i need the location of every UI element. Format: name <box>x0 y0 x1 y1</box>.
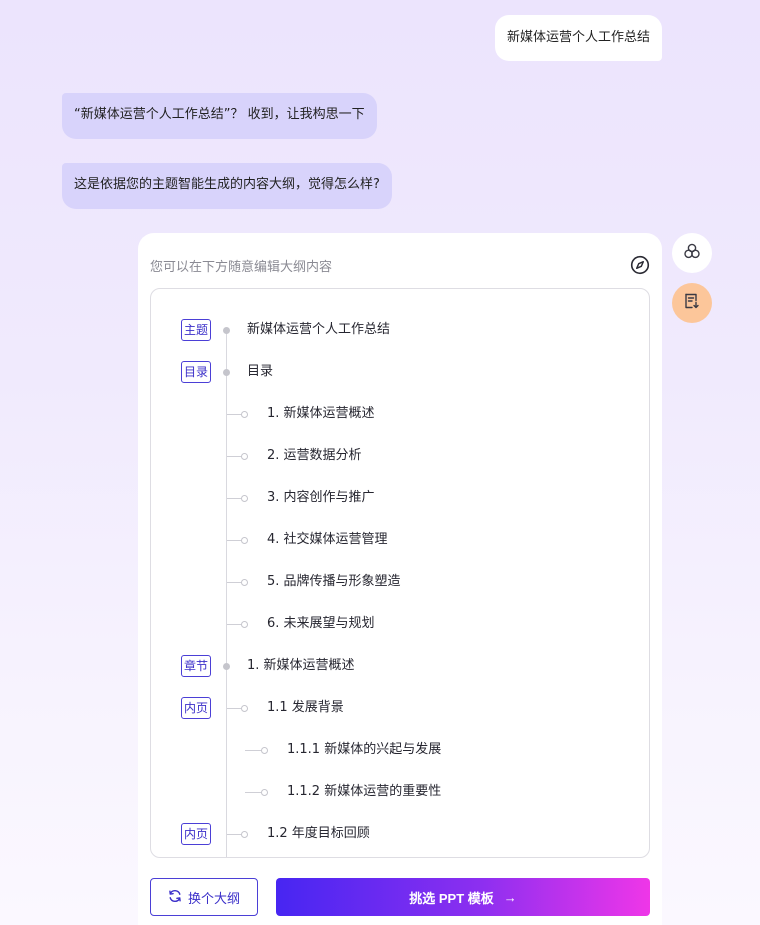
outline-item-tag: 目录 <box>181 361 211 383</box>
outline-item[interactable]: 章节 1. 新媒体运营概述 <box>151 655 649 677</box>
ai-message-ack: “新媒体运营个人工作总结”？ 收到，让我构思一下 <box>62 93 377 139</box>
document-download-button[interactable] <box>672 283 712 323</box>
outline-item[interactable]: 内页 1.1 发展背景 <box>151 697 649 719</box>
outline-item-tag: 主题 <box>181 319 211 341</box>
outline-connector <box>227 708 241 709</box>
outline-item[interactable]: 5. 品牌传播与形象塑造 <box>151 572 649 592</box>
outline-node-circle <box>241 705 248 712</box>
outline-item[interactable]: 1.1.1 新媒体的兴起与发展 <box>151 740 649 760</box>
outline-node-circle <box>241 453 248 460</box>
outline-item[interactable]: 目录 目录 <box>151 361 649 383</box>
outline-node-circle <box>241 579 248 586</box>
outline-item-text[interactable]: 1.2 年度目标回顾 <box>267 824 370 844</box>
outline-node-circle <box>241 411 248 418</box>
outline-item[interactable]: 1. 新媒体运营概述 <box>151 404 649 424</box>
outline-connector <box>245 750 261 751</box>
outline-item[interactable]: 内页 1.2 年度目标回顾 <box>151 823 649 845</box>
outline-item[interactable]: 6. 未来展望与规划 <box>151 614 649 634</box>
outline-node-circle <box>241 621 248 628</box>
outline-item-text[interactable]: 1. 新媒体运营概述 <box>247 656 355 676</box>
outline-connector <box>227 498 241 499</box>
outline-item-text[interactable]: 4. 社交媒体运营管理 <box>267 530 388 550</box>
outline-item-text[interactable]: 目录 <box>247 362 273 382</box>
outline-connector <box>245 792 261 793</box>
outline-node-dot <box>223 327 230 334</box>
outline-item-text[interactable]: 1.1.2 新媒体运营的重要性 <box>287 782 441 802</box>
document-download-icon <box>683 292 701 314</box>
change-outline-label: 换个大纲 <box>187 890 240 906</box>
outline-item[interactable]: 4. 社交媒体运营管理 <box>151 530 649 550</box>
circles-icon-button[interactable] <box>672 233 712 273</box>
outline-card: 您可以在下方随意编辑大纲内容 主题 新媒体运营个人工作总结 目录 目录 1. 新媒体运营… <box>138 233 662 925</box>
outline-connector <box>227 540 241 541</box>
outline-node-circle <box>261 747 268 754</box>
circles-icon <box>683 242 701 264</box>
outline-item-tag: 内页 <box>181 823 211 845</box>
outline-connector <box>227 414 241 415</box>
outline-node-dot <box>223 663 230 670</box>
outline-connector <box>227 834 241 835</box>
outline-item-text[interactable]: 1.1 发展背景 <box>267 698 344 718</box>
outline-item[interactable]: 3. 内容创作与推广 <box>151 488 649 508</box>
outline-item[interactable]: 2. 运营数据分析 <box>151 446 649 466</box>
outline-connector <box>227 456 241 457</box>
outline-item-text[interactable]: 6. 未来展望与规划 <box>267 614 375 634</box>
choose-ppt-template-button[interactable]: 挑选 PPT 模板 → <box>276 878 650 916</box>
outline-node-circle <box>241 537 248 544</box>
outline-item-tag: 内页 <box>181 697 211 719</box>
refresh-icon <box>168 889 182 906</box>
outline-item-text[interactable]: 5. 品牌传播与形象塑造 <box>267 572 401 592</box>
outline-node-circle <box>241 495 248 502</box>
outline-item-text[interactable]: 新媒体运营个人工作总结 <box>247 320 390 340</box>
outline-item-text[interactable]: 2. 运营数据分析 <box>267 446 362 466</box>
outline-node-dot <box>223 369 230 376</box>
outline-item-tag: 章节 <box>181 655 211 677</box>
outline-item[interactable]: 1.1.2 新媒体运营的重要性 <box>151 782 649 802</box>
outline-connector <box>227 582 241 583</box>
outline-item[interactable]: 主题 新媒体运营个人工作总结 <box>151 319 649 341</box>
outline-edit-hint: 您可以在下方随意编辑大纲内容 <box>150 260 333 275</box>
compass-icon[interactable] <box>630 255 650 275</box>
outline-item-text[interactable]: 1. 新媒体运营概述 <box>267 404 375 424</box>
ai-message-outline-intro: 这是依据您的主题智能生成的内容大纲，觉得怎么样? <box>62 163 392 209</box>
change-outline-button[interactable]: 换个大纲 <box>150 878 258 916</box>
outline-connector <box>227 624 241 625</box>
outline-node-circle <box>261 789 268 796</box>
outline-item-text[interactable]: 3. 内容创作与推广 <box>267 488 375 508</box>
outline-editor[interactable]: 主题 新媒体运营个人工作总结 目录 目录 1. 新媒体运营概述 2. 运营数据分析 3. 内… <box>150 288 650 858</box>
outline-node-circle <box>241 831 248 838</box>
arrow-right-icon: → <box>503 889 517 905</box>
outline-item-text[interactable]: 1.1.1 新媒体的兴起与发展 <box>287 740 441 760</box>
choose-template-label: 挑选 PPT 模板 <box>409 890 494 906</box>
user-message: 新媒体运营个人工作总结 <box>494 15 662 61</box>
